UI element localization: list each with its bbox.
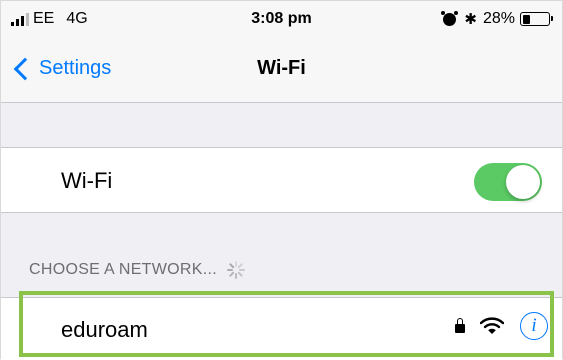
spinner-spoke [226,269,233,271]
section-header: CHOOSE A NETWORK... [29,261,245,279]
page-title: Wi-Fi [257,57,306,79]
network-name: eduroam [61,317,148,342]
spinner-spoke [237,271,244,278]
network-row-eduroam[interactable]: eduroam i [1,297,562,360]
info-icon[interactable]: i [520,312,548,340]
alarm-icon [441,10,459,26]
wifi-signal-icon [480,317,504,334]
battery-percent: 28% [482,10,515,27]
status-right: ✱ 28% [441,10,553,28]
spinner-spoke [228,262,235,269]
lock-icon [455,318,465,333]
battery-icon [520,12,553,26]
wifi-toggle-label: Wi-Fi [61,168,113,193]
nav-bar: Settings Wi-Fi [1,37,562,103]
battery-fill [522,14,530,24]
status-bar: EE 4G 3:08 pm ✱ 28% [1,1,562,37]
section-header-label: CHOOSE A NETWORK... [29,261,217,278]
toggle-knob [506,165,540,199]
spinner-spoke [228,271,235,278]
wifi-toggle-row: Wi-Fi [1,147,562,213]
spinner-spoke [238,269,245,271]
spinner-spoke [237,262,244,269]
bluetooth-icon: ✱ [464,11,477,28]
spinner-spoke [234,273,237,279]
spinner-icon [226,261,245,279]
wifi-toggle-switch[interactable] [474,163,542,201]
